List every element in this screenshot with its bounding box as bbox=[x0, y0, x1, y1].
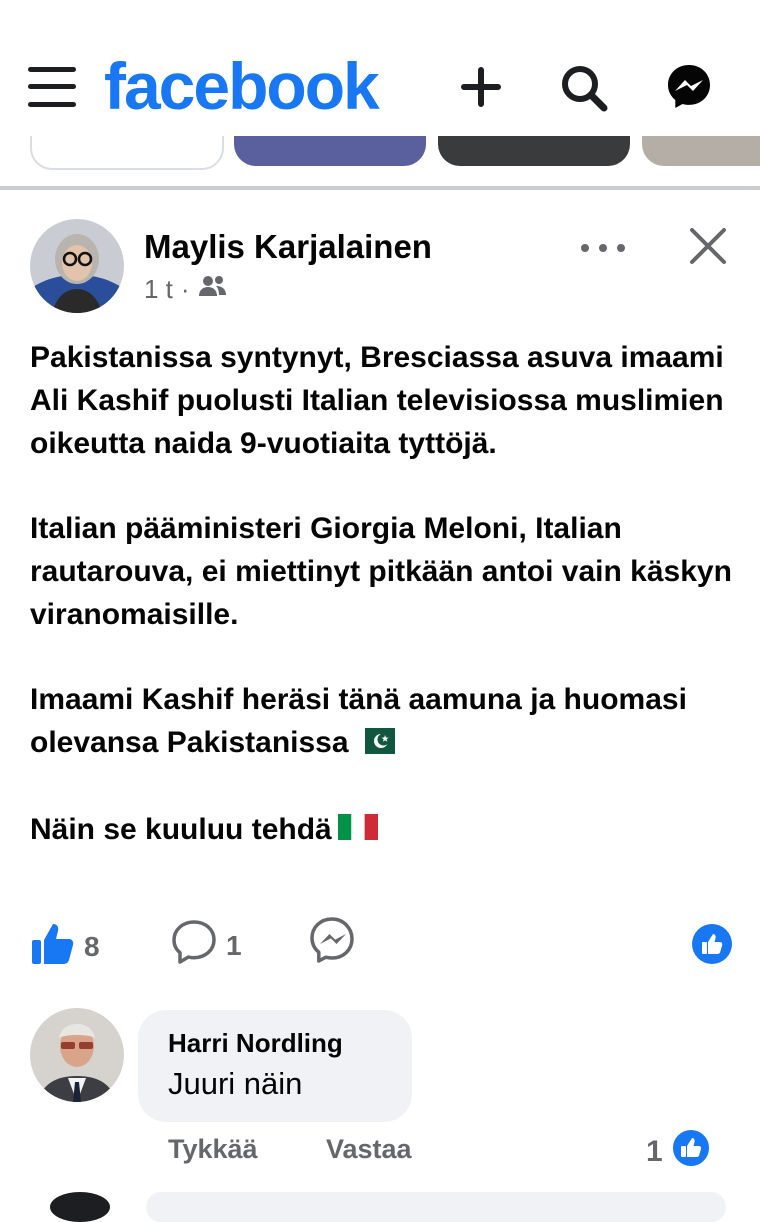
comment-likes[interactable]: 1 bbox=[646, 1128, 711, 1176]
messenger-share-icon bbox=[308, 916, 356, 971]
post-actions: 8 1 bbox=[0, 910, 760, 970]
next-comment-avatar[interactable] bbox=[50, 1192, 110, 1222]
meta-separator: · bbox=[180, 274, 190, 304]
comment-bubble[interactable]: Harri Nordling Juuri näin bbox=[138, 1010, 412, 1122]
story-card[interactable] bbox=[642, 136, 760, 166]
top-bar: facebook bbox=[0, 0, 760, 140]
hamburger-menu-icon[interactable] bbox=[28, 64, 76, 110]
story-card[interactable] bbox=[234, 136, 426, 166]
post-text: Pakistanissa syntynyt, Bresciassa asuva … bbox=[30, 336, 740, 894]
next-comment-bubble[interactable] bbox=[146, 1192, 726, 1222]
post-paragraph: Imaami Kashif heräsi tänä aamuna ja huom… bbox=[30, 678, 740, 766]
post-timestamp[interactable]: 1 t bbox=[144, 274, 173, 305]
comment-reply-button[interactable]: Vastaa bbox=[326, 1134, 412, 1165]
story-card[interactable] bbox=[30, 136, 224, 170]
comment-like-button[interactable]: Tykkää bbox=[168, 1134, 258, 1165]
post-author-name[interactable]: Maylis Karjalainen bbox=[144, 228, 432, 266]
post-paragraph: Näin se kuuluu tehdä bbox=[30, 808, 740, 853]
comment-author-name[interactable]: Harri Nordling bbox=[168, 1028, 343, 1059]
post-meta: 1 t · bbox=[144, 274, 228, 305]
comment-author-avatar[interactable] bbox=[30, 1008, 124, 1102]
comment-count: 1 bbox=[226, 929, 242, 961]
italy-flag-icon bbox=[337, 809, 378, 852]
story-card[interactable] bbox=[438, 136, 630, 166]
friends-icon bbox=[198, 274, 228, 305]
send-messenger-button[interactable] bbox=[308, 916, 356, 971]
comment-text: Juuri näin bbox=[168, 1066, 303, 1101]
more-options-icon[interactable] bbox=[580, 240, 626, 252]
like-count: 8 bbox=[84, 930, 100, 962]
messenger-icon[interactable] bbox=[664, 62, 714, 112]
pakistan-flag-icon bbox=[354, 723, 395, 766]
close-icon[interactable] bbox=[688, 226, 728, 266]
stories-strip bbox=[0, 136, 760, 170]
like-button[interactable]: 8 bbox=[30, 920, 100, 973]
thumbs-up-icon bbox=[30, 920, 76, 973]
comment-like-badge-icon bbox=[670, 1128, 711, 1176]
post-paragraph-text: Näin se kuuluu tehdä bbox=[30, 812, 332, 846]
comment-button[interactable]: 1 bbox=[170, 918, 242, 973]
comment-like-count: 1 bbox=[646, 1135, 663, 1168]
comment-icon bbox=[170, 918, 218, 973]
post-paragraph: Pakistanissa syntynyt, Bresciassa asuva … bbox=[30, 341, 724, 460]
facebook-logo[interactable]: facebook bbox=[104, 46, 380, 126]
plus-icon[interactable] bbox=[456, 62, 506, 112]
reaction-like-badge[interactable] bbox=[692, 924, 732, 964]
search-icon[interactable] bbox=[558, 62, 608, 112]
post-author-avatar[interactable] bbox=[30, 219, 124, 313]
feed-divider bbox=[0, 186, 760, 190]
post-paragraph: Italian pääministeri Giorgia Meloni, Ita… bbox=[30, 512, 732, 631]
